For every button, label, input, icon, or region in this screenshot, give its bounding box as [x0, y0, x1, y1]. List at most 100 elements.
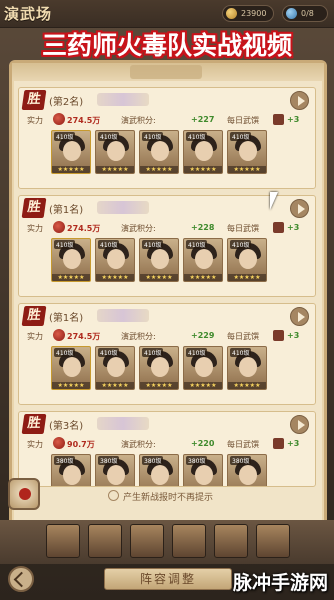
battle-card: 胜 (第2名) 实力 274.5万 演武积分: +227 每日武馔 +3 410…	[18, 87, 316, 189]
power-icon	[53, 113, 65, 125]
back-button[interactable]	[8, 566, 34, 592]
mini-hero-avatar[interactable]	[130, 524, 164, 558]
rank-text: (第1名)	[49, 205, 84, 216]
power-value: 274.5万	[67, 224, 101, 233]
hero-portrait[interactable]: 380级★★★★	[183, 454, 223, 486]
stat-row: 实力 90.7万 演武积分: +220 每日武馔 +3	[19, 436, 315, 452]
power-value: 274.5万	[67, 332, 101, 341]
opponent-name	[97, 309, 149, 322]
win-badge: 胜	[21, 306, 47, 326]
site-watermark: 脉冲手游网	[232, 572, 328, 594]
daily-icon	[273, 222, 284, 233]
panel-header	[12, 63, 324, 81]
daily-value: +3	[287, 115, 300, 124]
power-label: 实力	[27, 116, 43, 125]
opponent-name	[97, 93, 149, 106]
currency-gold[interactable]: 23900	[222, 5, 274, 22]
hero-portrait[interactable]: 380级★★★★	[51, 454, 91, 486]
hero-portrait[interactable]: 410级 ★★★★★	[139, 238, 179, 282]
mini-hero-avatar[interactable]	[172, 524, 206, 558]
hero-portrait[interactable]: 410级 ★★★★★	[227, 130, 267, 174]
hero-portrait[interactable]: 380级★★★★	[139, 454, 179, 486]
hero-lineup: 380级★★★★ 380级★★★★ 380级★★★★ 380级★★★★ 380级…	[23, 454, 313, 486]
page-title: 演武场	[4, 5, 53, 23]
hero-portrait[interactable]: 410级 ★★★★★	[183, 346, 223, 390]
hero-portrait[interactable]: 410级 ★★★★★	[95, 346, 135, 390]
replay-button[interactable]	[290, 307, 309, 326]
ticket-icon	[286, 8, 297, 19]
power-label: 实力	[27, 440, 43, 449]
rank-text: (第1名)	[49, 313, 84, 324]
mini-hero-avatar[interactable]	[46, 524, 80, 558]
daily-label: 每日武馔	[227, 116, 259, 125]
power-value: 90.7万	[67, 440, 95, 449]
rank-text: (第2名)	[49, 97, 84, 108]
currency-tickets[interactable]: 0/8	[282, 5, 328, 22]
hero-portrait[interactable]: 380级★★★★	[95, 454, 135, 486]
daily-label: 每日武馔	[227, 332, 259, 341]
notice-option[interactable]: 产生新战报时不再提示	[0, 488, 334, 506]
hero-portrait[interactable]: 410级 ★★★★★	[227, 238, 267, 282]
opponent-name	[97, 417, 149, 430]
hero-portrait[interactable]: 410级 ★★★★★	[183, 130, 223, 174]
points-value: +220	[191, 439, 215, 448]
top-bar: 演武场 23900 0/8	[0, 0, 334, 28]
power-icon	[53, 437, 65, 449]
hero-portrait[interactable]: 410级 ★★★★★	[139, 130, 179, 174]
stat-row: 实力 274.5万 演武积分: +229 每日武馔 +3	[19, 328, 315, 344]
points-value: +228	[191, 223, 215, 232]
notice-text: 产生新战报时不再提示	[123, 493, 214, 503]
daily-icon	[273, 330, 284, 341]
opponent-name	[97, 201, 149, 214]
daily-label: 每日武馔	[227, 224, 259, 233]
video-overlay-title: 三药师火毒队实战视频	[41, 31, 292, 60]
replay-button[interactable]	[290, 199, 309, 218]
notice-checkbox[interactable]	[108, 490, 119, 501]
hero-lineup: 410级 ★★★★★ 410级 ★★★★★ 410级 ★★★★★ 410级 ★★★★★ …	[23, 130, 313, 186]
daily-value: +3	[287, 439, 300, 448]
battle-report-panel: 胜 (第2名) 实力 274.5万 演武积分: +227 每日武馔 +3 410…	[9, 60, 327, 562]
panel-header-label	[130, 65, 202, 79]
formation-adjust-button[interactable]: 阵容调整	[104, 568, 232, 590]
stat-row: 实力 274.5万 演武积分: +227 每日武馔 +3	[19, 112, 315, 128]
daily-value: +3	[287, 331, 300, 340]
power-label: 实力	[27, 224, 43, 233]
card-title-row: 胜 (第3名)	[19, 412, 315, 436]
hero-portrait[interactable]: 410级 ★★★★★	[51, 130, 91, 174]
points-label: 演武积分:	[121, 116, 156, 125]
mini-hero-avatar[interactable]	[214, 524, 248, 558]
daily-icon	[273, 438, 284, 449]
hero-lineup: 410级 ★★★★★ 410级 ★★★★★ 410级 ★★★★★ 410级 ★★★★★ …	[23, 346, 313, 402]
hero-portrait[interactable]: 410级 ★★★★★	[183, 238, 223, 282]
battle-card: 胜 (第3名) 实力 90.7万 演武积分: +220 每日武馔 +3 380级…	[18, 411, 316, 487]
gold-icon	[226, 8, 237, 19]
ticket-amount: 0/8	[301, 9, 314, 18]
mini-hero-avatar[interactable]	[256, 524, 290, 558]
card-title-row: 胜 (第2名)	[19, 88, 315, 112]
mini-hero-avatar[interactable]	[88, 524, 122, 558]
hero-portrait[interactable]: 380级★★★★	[227, 454, 267, 486]
power-value: 274.5万	[67, 116, 101, 125]
power-label: 实力	[27, 332, 43, 341]
daily-label: 每日武馔	[227, 440, 259, 449]
gold-amount: 23900	[241, 9, 267, 18]
hero-portrait[interactable]: 410级 ★★★★★	[95, 238, 135, 282]
battle-card: 胜 (第1名) 实力 274.5万 演武积分: +229 每日武馔 +3 410…	[18, 303, 316, 405]
hero-portrait[interactable]: 410级 ★★★★★	[51, 346, 91, 390]
rank-text: (第3名)	[49, 421, 84, 432]
replay-button[interactable]	[290, 415, 309, 434]
hero-lineup: 410级 ★★★★★ 410级 ★★★★★ 410级 ★★★★★ 410级 ★★★★★ …	[23, 238, 313, 294]
hero-portrait[interactable]: 410级 ★★★★★	[51, 238, 91, 282]
points-label: 演武积分:	[121, 440, 156, 449]
replay-button[interactable]	[290, 91, 309, 110]
daily-icon	[273, 114, 284, 125]
card-title-row: 胜 (第1名)	[19, 304, 315, 328]
hero-portrait[interactable]: 410级 ★★★★★	[139, 346, 179, 390]
win-badge: 胜	[21, 414, 47, 434]
points-label: 演武积分:	[121, 332, 156, 341]
hero-portrait[interactable]: 410级 ★★★★★	[95, 130, 135, 174]
hero-portrait[interactable]: 410级 ★★★★★	[227, 346, 267, 390]
win-badge: 胜	[21, 198, 47, 218]
mouse-cursor-icon	[270, 192, 278, 210]
stat-row: 实力 274.5万 演武积分: +228 每日武馔 +3	[19, 220, 315, 236]
